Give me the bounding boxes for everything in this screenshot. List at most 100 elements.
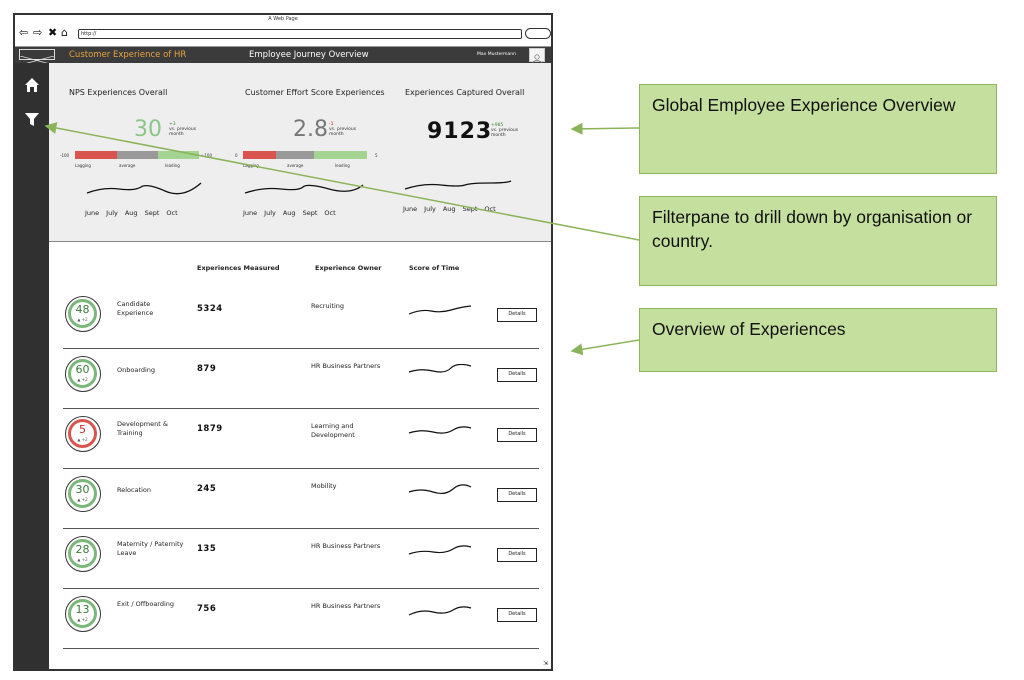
experiences-measured: 5324 [197, 304, 223, 314]
experiences-measured: 135 [197, 544, 217, 554]
band-label: Lagging [243, 163, 259, 168]
back-icon[interactable]: ⇦ [19, 27, 28, 39]
band-label: leading [165, 163, 180, 168]
details-button[interactable]: Details [497, 368, 537, 382]
kpi-nps: NPS Experiences Overall 30 +3 vs. previo… [60, 63, 219, 241]
kpi-delta-caption: vs. previous month [169, 127, 197, 137]
experience-owner: HR Business Partners [311, 542, 381, 550]
annotation-global-overview: Global Employee Experience Overview [639, 84, 997, 174]
kpi-delta-caption: vs. previous month [491, 128, 519, 138]
experiences-measured: 245 [197, 484, 217, 494]
kpi-value: 9123 [427, 119, 493, 144]
score-ring: 28 ▲ +2 [65, 536, 101, 572]
month-axis: June July Aug Sept Oct [403, 205, 496, 213]
kpi-title: Customer Effort Score Experiences [245, 88, 385, 97]
table-row: 28 ▲ +2 Maternity / Paternity Leave 135 … [63, 528, 539, 589]
experience-name: Development & Training [117, 420, 168, 437]
logo-placeholder [19, 49, 55, 66]
kpi-trend-sparkline [86, 182, 202, 195]
experience-name: Exit / Offboarding [117, 600, 175, 608]
score-trend-sparkline [408, 305, 472, 315]
user-name[interactable]: Max Mustermann [477, 47, 516, 63]
table-row: 48 ▲ +2 Candidate Experience 5324 Recrui… [63, 288, 539, 349]
annotation-experiences-overview: Overview of Experiences [639, 308, 997, 372]
kpi-overview: NPS Experiences Overall 30 +3 vs. previo… [49, 63, 551, 242]
month-axis: June July Aug Sept Oct [85, 209, 178, 217]
forward-icon[interactable]: ⇨ [33, 27, 42, 39]
score-trend-sparkline [408, 484, 472, 495]
details-button[interactable]: Details [497, 608, 537, 622]
gauge-bar [75, 151, 199, 159]
col-header-measured: Experiences Measured [197, 264, 280, 272]
score-delta: ▲ +2 [77, 497, 88, 502]
close-icon[interactable]: ✖ [48, 27, 57, 39]
experience-name: Relocation [117, 486, 152, 494]
app-title: Customer Experience of HR [69, 50, 187, 60]
score-value: 5 [79, 423, 86, 436]
score-value: 60 [75, 363, 90, 376]
sidebar [15, 63, 49, 669]
kpi-title: Experiences Captured Overall [405, 88, 525, 97]
experience-owner: Mobility [311, 482, 337, 490]
details-button[interactable]: Details [497, 308, 537, 322]
kpi-ces: Customer Effort Score Experiences 2.8 -1… [235, 63, 395, 241]
score-trend-sparkline [408, 545, 472, 555]
kpi-trend-sparkline [404, 180, 512, 190]
band-label: average [119, 163, 136, 168]
home-nav-icon[interactable]: ⌂ [61, 27, 68, 39]
details-button[interactable]: Details [497, 428, 537, 442]
resize-handle-icon[interactable]: ⇲ [543, 661, 549, 667]
details-button[interactable]: Details [497, 548, 537, 562]
url-input[interactable]: http:// [78, 29, 522, 39]
experience-owner: Learning and Development [311, 422, 355, 439]
score-delta: ▲ +2 [77, 557, 88, 562]
score-value: 13 [75, 603, 90, 616]
score-value: 48 [75, 303, 90, 316]
col-header-owner: Experience Owner [315, 264, 382, 272]
col-header-trend: Score of Time [409, 264, 460, 272]
experience-name: Onboarding [117, 366, 156, 374]
score-delta: ▲ +2 [77, 437, 88, 442]
score-ring: 30 ▲ +2 [65, 476, 101, 512]
score-ring: 60 ▲ +2 [65, 356, 101, 392]
score-delta: ▲ +2 [77, 617, 88, 622]
experience-name: Candidate Experience [117, 300, 154, 317]
kpi-delta-caption: vs. previous month [329, 127, 357, 137]
home-icon[interactable] [24, 77, 40, 93]
kpi-value: 2.8 [293, 117, 328, 142]
annotation-filterpane: Filterpane to drill down by organisation… [639, 196, 997, 286]
gauge-max: 5 [375, 153, 378, 158]
browser-window: A Web Page ⇦ ⇨ ✖ ⌂ http:// Customer Expe… [13, 13, 553, 671]
search-button[interactable] [525, 28, 551, 39]
arrow-global-overview [570, 122, 640, 135]
experiences-measured: 756 [197, 604, 217, 614]
avatar[interactable] [529, 48, 545, 64]
gauge-bar [243, 151, 367, 159]
kpi-title: NPS Experiences Overall [69, 88, 168, 97]
experience-owner: Recruiting [311, 302, 344, 310]
arrow-experiences [570, 339, 640, 356]
details-button[interactable]: Details [497, 488, 537, 502]
score-trend-sparkline [408, 364, 472, 373]
table-row: 5 ▲ +2 Development & Training 1879 Learn… [63, 408, 539, 469]
experience-owner: HR Business Partners [311, 362, 381, 370]
band-label: Lagging [75, 163, 91, 168]
window-title: A Web Page [268, 16, 298, 22]
table-row: 30 ▲ +2 Relocation 245 Mobility Details [63, 468, 539, 529]
band-label: leading [335, 163, 350, 168]
score-ring: 48 ▲ +2 [65, 296, 101, 332]
page-title: Employee Journey Overview [249, 50, 369, 60]
score-delta: ▲ +2 [77, 377, 88, 382]
experiences-list: Experiences Measured Experience Owner Sc… [49, 242, 551, 669]
score-trend-sparkline [408, 426, 472, 434]
score-value: 28 [75, 543, 90, 556]
gauge-max: +100 [201, 153, 212, 158]
table-row: 60 ▲ +2 Onboarding 879 HR Business Partn… [63, 348, 539, 409]
app-header: Customer Experience of HR Employee Journ… [15, 47, 551, 66]
score-ring: 5 ▲ +2 [65, 416, 101, 452]
experiences-measured: 879 [197, 364, 217, 374]
month-axis: June July Aug Sept Oct [243, 209, 336, 217]
table-row: 13 ▲ +2 Exit / Offboarding 756 HR Busine… [63, 588, 539, 649]
filter-icon[interactable] [24, 111, 40, 127]
score-ring: 13 ▲ +2 [65, 596, 101, 632]
